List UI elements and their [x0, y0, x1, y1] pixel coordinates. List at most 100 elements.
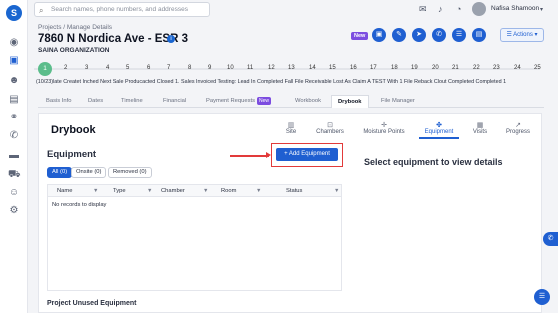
tab-dates[interactable]: Dates: [88, 98, 103, 104]
bell-icon[interactable]: ♪: [438, 4, 443, 14]
avatar[interactable]: [472, 2, 486, 16]
tab-financial[interactable]: Financial: [163, 98, 186, 104]
breadcrumb[interactable]: Projects / Manage Details: [38, 24, 112, 31]
step-23[interactable]: 23: [493, 65, 500, 71]
gear-icon[interactable]: ⚙: [8, 205, 20, 217]
chat-icon[interactable]: ✉: [419, 4, 427, 15]
search-input[interactable]: ⌕ Search names, phone numbers, and addre…: [34, 2, 210, 17]
target-icon: ✛: [381, 122, 387, 129]
empty-table-message: No records to display: [52, 202, 107, 208]
column-room[interactable]: Room: [221, 188, 236, 194]
new-badge: New: [351, 32, 369, 40]
floating-chat-button[interactable]: ☰: [534, 289, 550, 305]
step-11[interactable]: 11: [247, 65, 253, 71]
globe-icon[interactable]: ◉: [8, 37, 20, 49]
step-21[interactable]: 21: [452, 65, 459, 71]
step-8[interactable]: 8: [188, 65, 191, 71]
step-22[interactable]: 22: [473, 65, 480, 71]
subtab-equipment[interactable]: ✤ Equipment: [419, 121, 459, 139]
step-25[interactable]: 25: [534, 65, 541, 71]
briefcase-action-button[interactable]: ▣: [372, 28, 386, 42]
subtab-chambers-label: Chambers: [316, 129, 344, 135]
column-type[interactable]: Type: [113, 188, 126, 194]
chevron-down-icon[interactable]: ▾: [540, 6, 543, 13]
send-action-button[interactable]: ➤: [412, 28, 426, 42]
subtab-site[interactable]: ▥ Site: [271, 121, 311, 135]
phone-icon[interactable]: ✆: [8, 130, 20, 142]
column-status[interactable]: Status: [286, 188, 302, 194]
step-24[interactable]: 24: [514, 65, 521, 71]
filter-all[interactable]: All (0): [47, 167, 73, 178]
step-20[interactable]: 20: [432, 65, 439, 71]
actions-label: Actions: [513, 32, 533, 38]
add-equipment-button[interactable]: + Add Equipment: [276, 148, 338, 161]
subtab-visits[interactable]: ▦ Visits: [460, 121, 500, 135]
stage-labels: (10/23)late Createt Inched Next Sale Pro…: [36, 79, 507, 85]
step-9[interactable]: 9: [208, 65, 211, 71]
truck-icon[interactable]: ⛟: [8, 169, 21, 181]
tab-file-manager[interactable]: File Manager: [381, 98, 415, 104]
step-2[interactable]: 2: [64, 65, 67, 71]
step-6[interactable]: 6: [147, 65, 150, 71]
briefcase-icon[interactable]: ▣: [8, 55, 20, 67]
team-icon[interactable]: ☺: [8, 187, 20, 199]
subtab-progress[interactable]: ↗ Progress: [498, 121, 538, 135]
clock-icon[interactable]: ◔: [456, 4, 461, 14]
step-3[interactable]: 3: [85, 65, 88, 71]
step-16[interactable]: 16: [350, 65, 357, 71]
table-header: Name ▼ Type ▼ Chamber ▼ Room ▼ Status ▼: [48, 185, 341, 197]
phone-action-button[interactable]: ✆: [432, 28, 446, 42]
filter-icon[interactable]: ▼: [256, 188, 261, 194]
step-17[interactable]: 17: [370, 65, 377, 71]
filter-icon[interactable]: ▼: [147, 188, 152, 194]
equipment-section-title: Equipment: [47, 149, 97, 160]
people-icon[interactable]: ☻: [8, 75, 20, 87]
filter-icon[interactable]: ▼: [93, 188, 98, 194]
list-action-button[interactable]: ☰: [452, 28, 466, 42]
search-icon: ⌕: [39, 6, 44, 15]
tab-drybook[interactable]: Drybook: [331, 95, 369, 108]
subtab-moisture-label: Moisture Points: [363, 129, 405, 135]
subtab-site-label: Site: [285, 129, 297, 135]
tab-timeline[interactable]: Timeline: [121, 98, 143, 104]
archive-action-button[interactable]: ▤: [472, 28, 486, 42]
map-icon[interactable]: ▤: [8, 94, 20, 106]
tab-payment-requests-label: Payment Requests: [206, 98, 255, 104]
step-18[interactable]: 18: [391, 65, 398, 71]
actions-dropdown[interactable]: ☰ Actions ▾: [500, 28, 544, 42]
column-chamber[interactable]: Chamber: [161, 188, 185, 194]
step-13[interactable]: 13: [288, 65, 295, 71]
subtab-moisture-points[interactable]: ✛ Moisture Points: [359, 121, 409, 135]
tab-basis-info[interactable]: Basis Info: [46, 98, 71, 104]
edit-action-button[interactable]: ✎: [392, 28, 406, 42]
step-12[interactable]: 12: [268, 65, 275, 71]
handshake-icon[interactable]: ⚭: [8, 112, 20, 124]
step-7[interactable]: 7: [167, 65, 170, 71]
step-1[interactable]: 1: [38, 62, 52, 76]
step-19[interactable]: 19: [411, 65, 418, 71]
step-14[interactable]: 14: [309, 65, 316, 71]
subtab-chambers[interactable]: ⊡ Chambers: [310, 121, 350, 135]
step-4[interactable]: 4: [106, 65, 109, 71]
chamber-icon: ⊡: [327, 122, 333, 129]
folder-icon[interactable]: ▬: [8, 150, 20, 162]
fan-icon: ✤: [436, 122, 442, 129]
filter-onsite[interactable]: Onsite (0): [71, 167, 107, 178]
filter-icon[interactable]: ▼: [334, 188, 339, 194]
organization-name: SAINA ORGANIZATION: [38, 47, 110, 54]
floating-phone-button[interactable]: ✆: [543, 232, 558, 246]
filter-removed[interactable]: Removed (0): [108, 167, 152, 178]
equipment-table: Name ▼ Type ▼ Chamber ▼ Room ▼ Status ▼ …: [47, 184, 342, 291]
app-logo[interactable]: S: [6, 5, 22, 21]
filter-icon[interactable]: ▼: [203, 188, 208, 194]
tab-workbook[interactable]: Workbook: [295, 98, 321, 104]
step-5[interactable]: 5: [126, 65, 129, 71]
user-name[interactable]: Nafisa Shamoon: [491, 5, 539, 12]
project-tabs: Basis Info Dates Timeline Financial Paym…: [38, 95, 544, 108]
step-15[interactable]: 15: [329, 65, 336, 71]
info-icon[interactable]: i: [167, 35, 175, 43]
tab-payment-requests[interactable]: Payment Requests New: [206, 97, 271, 105]
drybook-panel: Drybook ▥ Site ⊡ Chambers ✛ Moisture Points…: [38, 113, 542, 313]
column-name[interactable]: Name: [57, 188, 72, 194]
step-10[interactable]: 10: [227, 65, 234, 71]
